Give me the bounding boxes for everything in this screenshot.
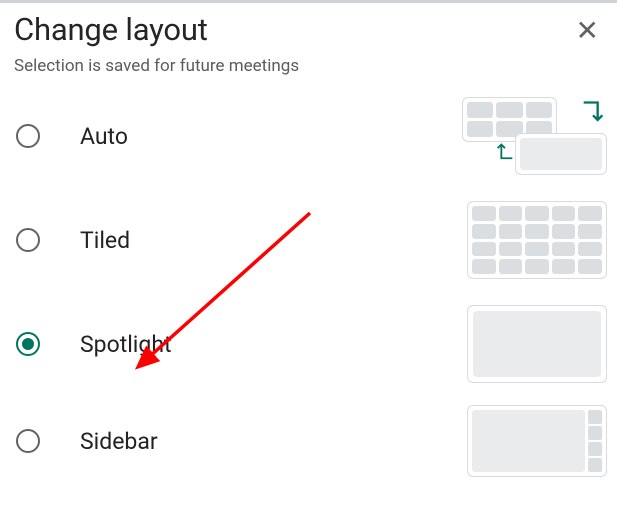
option-label-sidebar[interactable]: Sidebar <box>80 428 462 455</box>
option-spotlight[interactable]: Spotlight <box>8 292 609 396</box>
preview-tiled-icon <box>462 201 607 279</box>
option-label-spotlight[interactable]: Spotlight <box>80 331 462 358</box>
radio-tiled[interactable] <box>16 228 40 252</box>
preview-sidebar-icon <box>462 405 607 477</box>
option-auto[interactable]: Auto <box>8 84 609 188</box>
preview-spotlight-icon <box>462 305 607 383</box>
option-label-tiled[interactable]: Tiled <box>80 227 462 254</box>
close-icon[interactable]: ✕ <box>576 11 599 45</box>
radio-sidebar[interactable] <box>16 429 40 453</box>
swap-down-icon <box>579 99 607 127</box>
preview-auto-icon <box>462 97 607 175</box>
option-tiled[interactable]: Tiled <box>8 188 609 292</box>
radio-auto[interactable] <box>16 124 40 148</box>
option-label-auto[interactable]: Auto <box>80 123 462 150</box>
layout-options: Auto Tiled <box>0 84 617 486</box>
swap-up-icon <box>494 139 516 161</box>
dialog-title: Change layout <box>14 11 208 48</box>
option-sidebar[interactable]: Sidebar <box>8 396 609 486</box>
radio-spotlight[interactable] <box>16 332 40 356</box>
dialog-subtitle: Selection is saved for future meetings <box>0 48 617 84</box>
